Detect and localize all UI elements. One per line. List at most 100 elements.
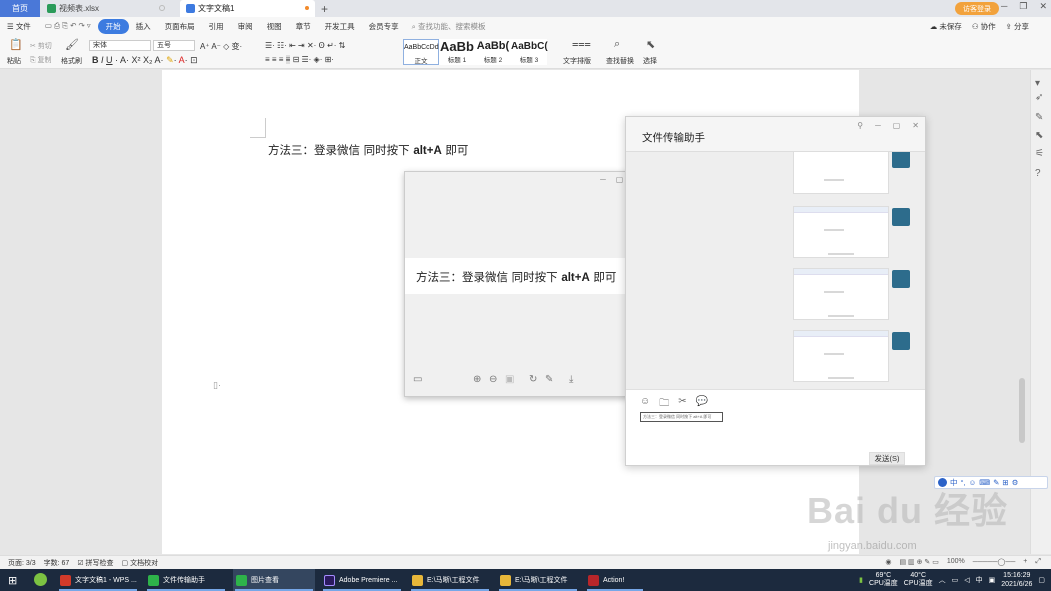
menu-file[interactable]: ☰ 文件 [0,21,38,32]
zoom-in-icon[interactable]: + [1023,558,1027,566]
view-mode-icons[interactable]: ▤ ▥ ⊕ ✎ ▭ [899,558,938,566]
menu-view[interactable]: 视图 [260,21,289,32]
text-layout-icon[interactable]: ⩶ [572,38,591,51]
windows-start-icon[interactable]: ⊞ [8,574,17,587]
sidebar-rocket-icon[interactable]: ➶ [1035,92,1043,103]
tray-expand-icon[interactable]: ︿ [939,575,946,585]
taskbar-app-wps[interactable]: 文字文稿1 - WPS ... [57,569,139,591]
screenshot-icon[interactable]: ✂ [678,396,686,413]
emoji-icon[interactable]: ☺ [640,396,650,413]
zoom-slider[interactable]: ─────◯── [973,558,1016,566]
fta-minimize-icon[interactable]: ─ [875,121,881,130]
folder-icon[interactable]: 🗀 [659,396,669,413]
taskbar-app-viewer[interactable]: 图片查看 [233,569,315,591]
restore-icon[interactable]: ❐ [1019,1,1027,12]
font-select[interactable]: 宋体 [89,40,151,51]
clock[interactable]: 15:16:29 2021/6/26 [1001,571,1032,589]
viewer-minimize-icon[interactable]: ─ [600,175,606,184]
rotate-icon[interactable]: ↻ [529,374,537,385]
fta-close-icon[interactable]: ✕ [912,121,919,130]
find-icon[interactable]: ⌕ [614,38,620,51]
format-painter-icon[interactable]: 🖌 [65,38,79,51]
paste-icon[interactable]: 📋 [9,38,23,51]
chat-image-message[interactable] [793,206,889,258]
actual-size-icon[interactable]: ▣ [505,374,514,385]
paragraph-handle-icon[interactable]: ▯· [213,380,221,391]
menu-search[interactable]: ⌕ 查找功能、搜索模板 [412,21,486,32]
text-layout-button[interactable]: 文字排版 [563,56,591,66]
sidebar-settings-icon[interactable]: ⚟ [1035,148,1044,159]
quick-access-icons[interactable]: ▭ ⎙ ⎘ ↶ ↷ ▿ [38,21,98,31]
zoom-in-icon[interactable]: ⊕ [473,374,481,385]
status-proof[interactable]: ▢ 文档校对 [122,558,159,568]
fta-maximize-icon[interactable]: ▢ [893,121,901,130]
volume-icon[interactable]: ◁ [964,576,969,584]
sidebar-help-icon[interactable]: ? [1035,168,1041,179]
format-painter-button[interactable]: 格式刷 [61,56,82,66]
status-spell[interactable]: ☑ 拼写检查 [77,558,113,568]
close-icon[interactable]: ✕ [1039,1,1047,12]
minimize-icon[interactable]: ─ [1001,1,1007,12]
collab-button[interactable]: ⚇ 协作 [972,21,996,32]
new-tab-icon[interactable]: + [321,2,328,16]
copy-button[interactable]: ⎘ 复制 [30,55,52,65]
menu-insert[interactable]: 插入 [129,21,158,32]
menu-start[interactable]: 开始 [97,18,129,34]
taskbar-app-action[interactable]: Action! [585,569,645,591]
cpu-temp[interactable]: 40°C CPU温度 [904,572,933,588]
font-size-select[interactable]: 五号 [153,40,195,51]
chat-image-message[interactable] [793,330,889,382]
zoom-out-icon[interactable]: ⊖ [489,374,497,385]
status-page[interactable]: 页面: 3/3 [8,558,36,568]
taskbar-app-explorer-2[interactable]: E:\马晰\工程文件 [497,569,579,591]
style-heading2[interactable]: AaBb( 标题 2 [475,39,511,65]
send-button[interactable]: 发送(S) [869,452,905,465]
download-icon[interactable]: ⤓ [569,374,573,385]
chat-image-message[interactable] [793,152,889,194]
paste-button[interactable]: 粘贴 [7,56,21,66]
style-normal[interactable]: AaBbCcDd 正文 [403,39,439,65]
menu-layout[interactable]: 页面布局 [158,21,202,32]
font-style-tools[interactable]: B I U · A· X² X₂ A· ✎· A· ⊡ [92,55,198,66]
tray-ime[interactable]: 中 [976,575,983,585]
sidebar-collapse-icon[interactable]: ▾ [1035,78,1040,89]
viewer-maximize-icon[interactable]: ▢ [616,175,624,184]
tab-document[interactable]: 文字文稿1 [180,0,315,17]
sidebar-cursor-icon[interactable]: ⬉ [1035,130,1043,141]
tray-app-icon[interactable]: ▣ [989,576,996,584]
document-paragraph[interactable]: 方法三：登录微信 同时按下 alt+A 即可 [268,142,468,158]
network-icon[interactable]: ▭ [952,576,959,584]
eye-icon[interactable]: ◉ [885,558,891,566]
select-button[interactable]: 选择 [643,56,657,66]
ime-settings-button[interactable]: ⚙ [1012,478,1019,487]
notification-icon[interactable]: ▢ [1038,576,1045,584]
select-icon[interactable]: ⬉ [646,38,655,51]
unsaved-button[interactable]: ☁ 未保存 [930,21,962,32]
app-launcher-icon[interactable] [34,573,47,586]
vertical-scrollbar[interactable] [1019,378,1025,443]
fullscreen-icon[interactable]: ⤢ [1035,558,1041,566]
menu-developer[interactable]: 开发工具 [318,21,362,32]
share-button[interactable]: ⇪ 分享 [1006,21,1029,32]
font-size-tools[interactable]: A⁺ A⁻ ◇ 变· [200,41,242,52]
gpu-temp[interactable]: 69°C CPU温度 [869,572,898,588]
align-tools[interactable]: ≡ ≡ ≡ ≡ ⊟ ☰· ◈· ⊞· [265,55,334,64]
taskbar-app-fta[interactable]: 文件传输助手 [145,569,227,591]
viewer-screen-icon[interactable]: ▭ [413,374,422,385]
style-heading3[interactable]: AaBbC( 标题 3 [511,39,548,65]
chat-history-icon[interactable]: 💬 [696,396,708,413]
tab-home[interactable]: 首页 [0,0,40,17]
sidebar-pen-icon[interactable]: ✎ [1035,112,1043,123]
zoom-value[interactable]: 100% [947,558,965,566]
fta-pin-icon[interactable]: ⚲ [857,121,863,130]
status-words[interactable]: 字数: 67 [44,558,70,568]
menu-section[interactable]: 章节 [289,21,318,32]
edit-icon[interactable]: ✎ [545,374,553,385]
taskbar-app-explorer-1[interactable]: E:\马晰\工程文件 [409,569,491,591]
menu-member[interactable]: 会员专享 [362,21,406,32]
battery-icon[interactable]: ▮ [859,576,863,584]
find-replace-button[interactable]: 查找替换 [606,56,634,66]
fta-input-area[interactable]: ☺ 🗀 ✂ 💬 方法三：登录微信 同时按下 alt+A 即可 发送(S) [626,389,925,465]
chat-image-message[interactable] [793,268,889,320]
menu-review[interactable]: 审阅 [231,21,260,32]
